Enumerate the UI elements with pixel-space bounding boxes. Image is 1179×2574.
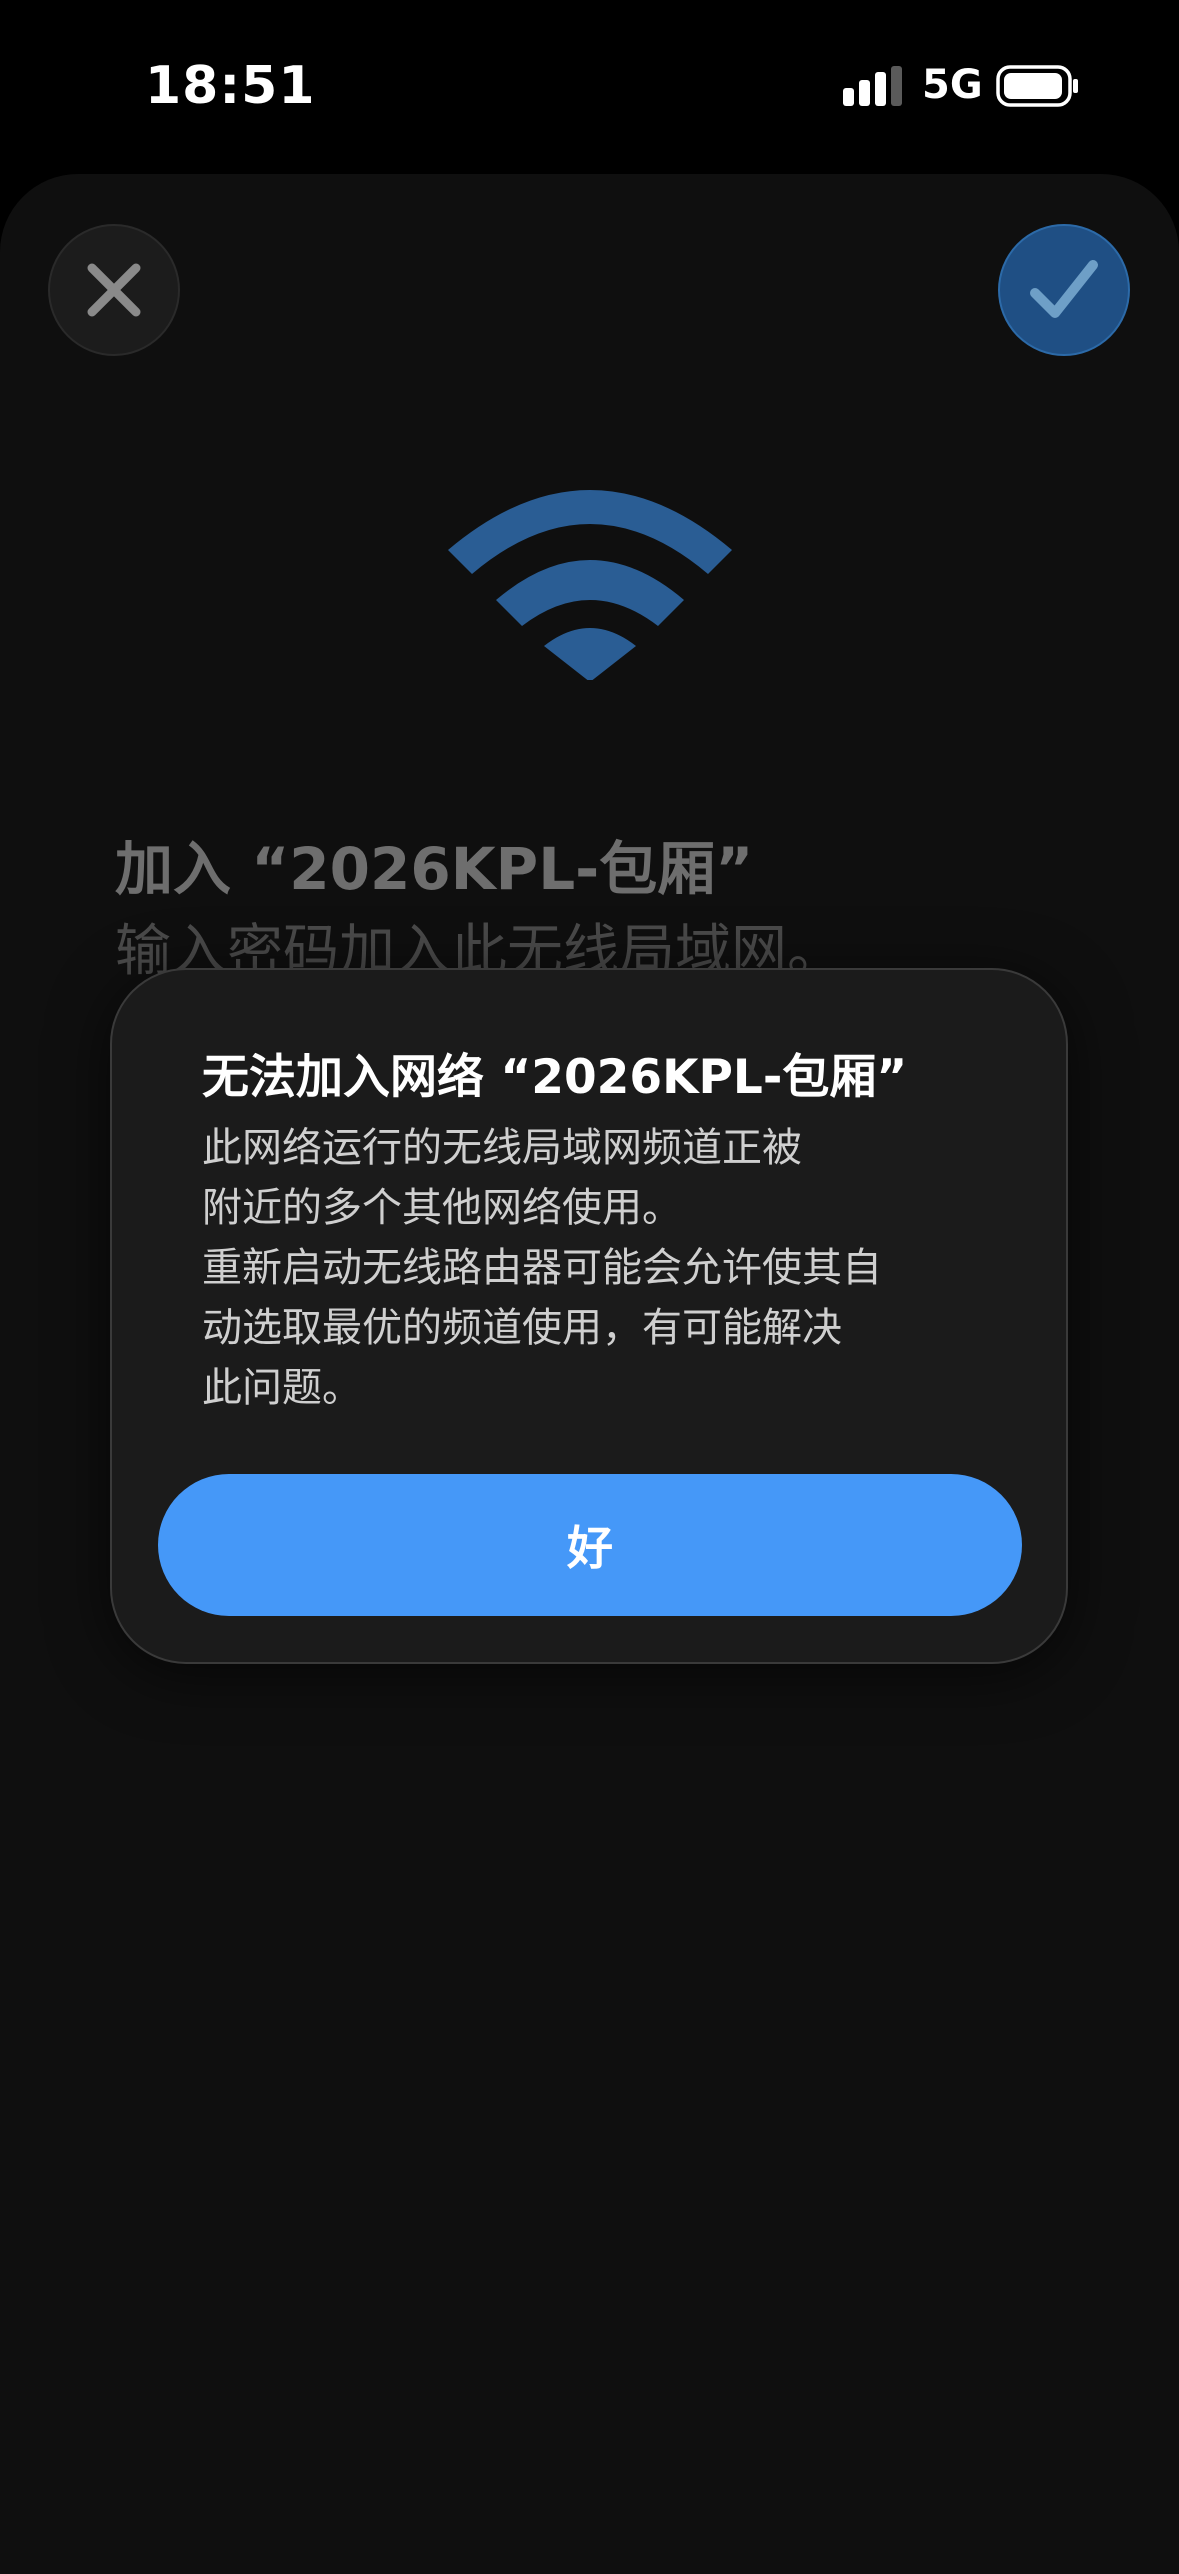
status-time: 18:51 (145, 56, 316, 116)
confirm-button[interactable] (998, 224, 1130, 356)
battery-icon (996, 65, 1078, 107)
alert-message-line: 附近的多个其他网络使用。 (202, 1185, 682, 1231)
cellular-signal-icon (843, 66, 902, 106)
alert-message-line: 此网络运行的无线局域网频道正被 (202, 1125, 802, 1171)
ok-button[interactable]: 好 (158, 1474, 1022, 1616)
sheet-title: 加入 “2026KPL-包厢” (115, 835, 754, 903)
close-icon (87, 263, 141, 317)
network-type-label: 5G (922, 62, 983, 108)
error-alert-dialog: 无法加入网络 “2026KPL-包厢” 此网络运行的无线局域网频道正被 附近的多… (110, 968, 1068, 1664)
alert-message-line: 重新启动无线路由器可能会允许使其自 (202, 1245, 882, 1291)
alert-message: 此网络运行的无线局域网频道正被 附近的多个其他网络使用。 重新启动无线路由器可能… (202, 1118, 992, 1418)
alert-message-line: 此问题。 (202, 1365, 362, 1411)
alert-message-line: 动选取最优的频道使用，有可能解决 (202, 1305, 842, 1351)
status-bar: 18:51 5G (0, 0, 1179, 170)
wifi-icon (448, 490, 732, 680)
checkmark-icon (1030, 260, 1098, 318)
close-button[interactable] (48, 224, 180, 356)
alert-title: 无法加入网络 “2026KPL-包厢” (202, 1050, 908, 1105)
